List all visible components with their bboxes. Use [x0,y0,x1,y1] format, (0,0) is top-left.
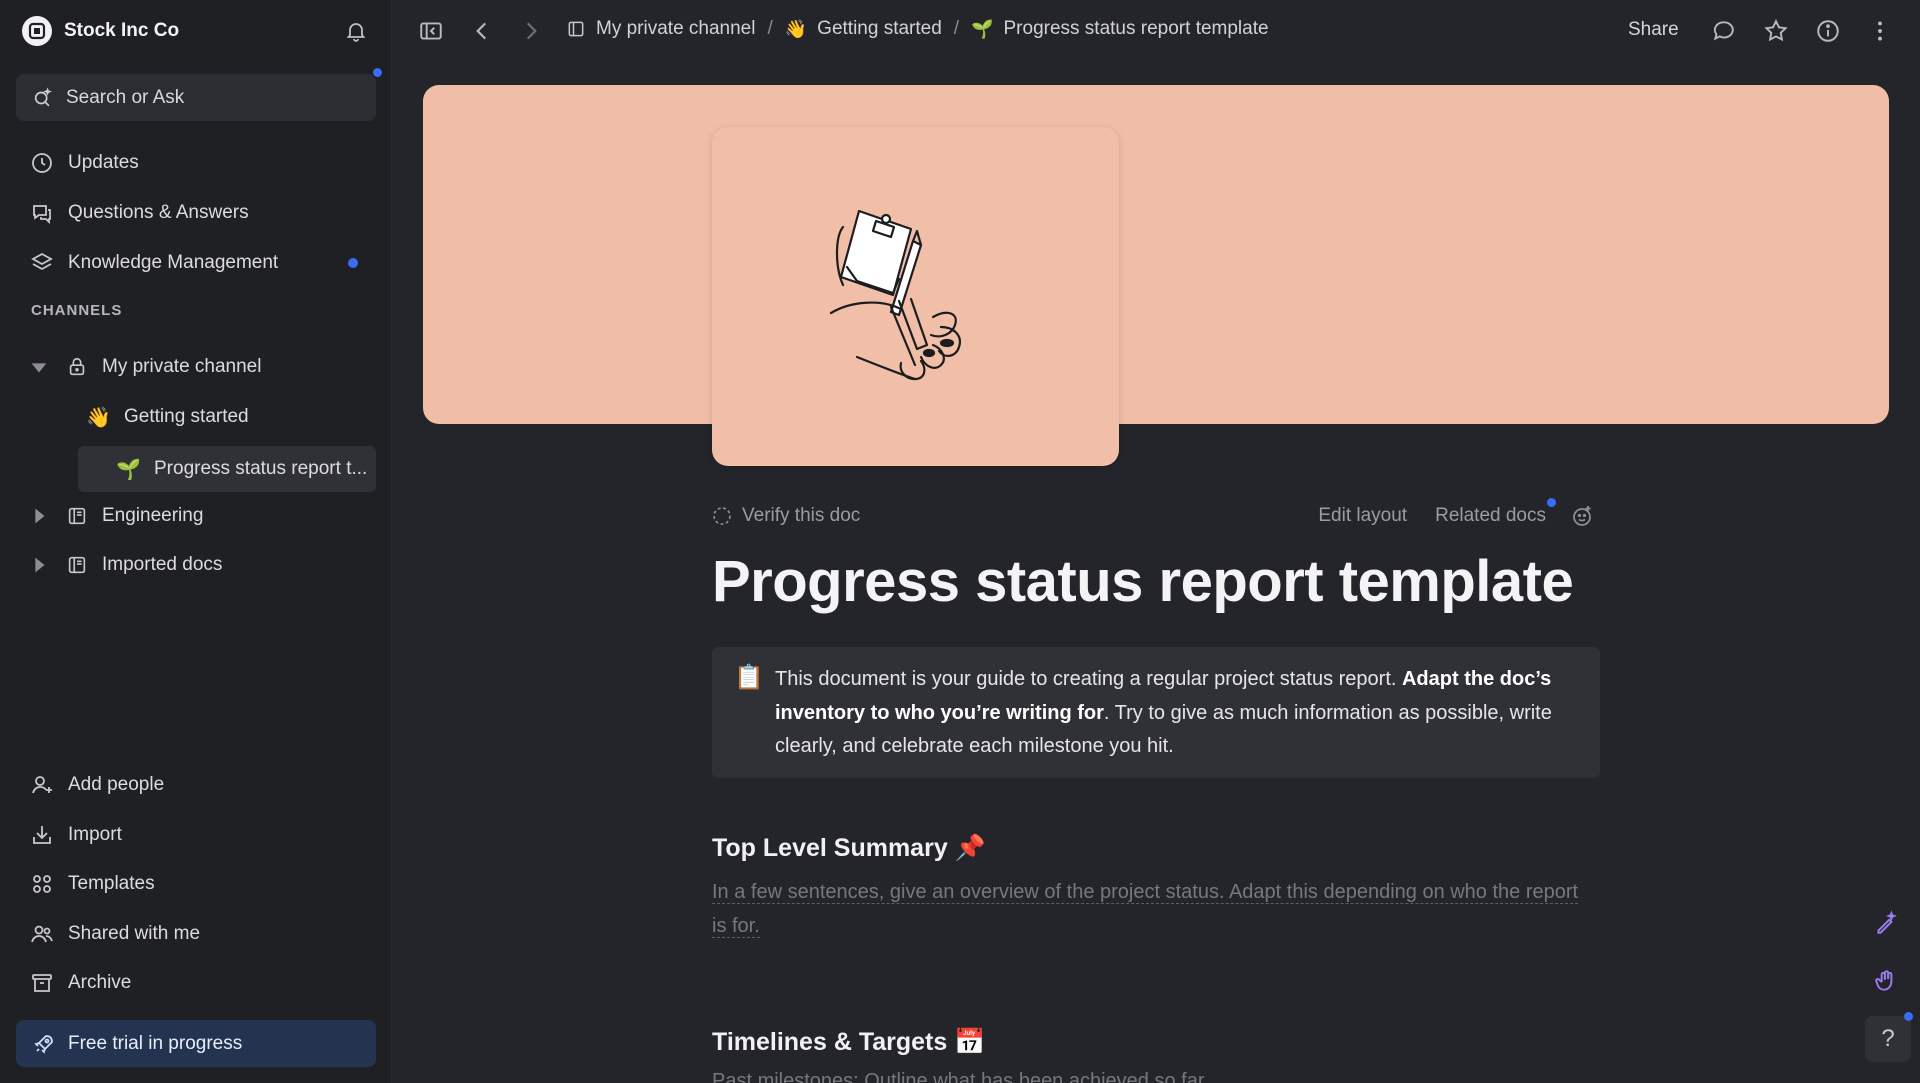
search-input[interactable]: Search or Ask [16,68,382,121]
sidebar: Stock Inc Co Search or Ask Updates Quest… [0,0,392,1083]
notification-dot [1547,498,1556,507]
add-reaction-icon[interactable] [1570,504,1594,528]
share-button[interactable]: Share [1628,19,1679,41]
people-icon [31,925,53,943]
tree-label: My private channel [102,356,262,377]
verify-doc-button[interactable]: Verify this doc [742,505,860,527]
doc-progress-status-report[interactable]: 🌱 Progress status report t... [78,446,376,492]
callout-text-part1: This document is your guide to creating … [775,668,1402,690]
archive-icon [32,974,52,992]
import-icon [33,826,51,844]
book-icon [68,556,86,574]
related-docs-button[interactable]: Related docs [1435,505,1546,527]
nav-templates[interactable]: Templates [30,866,370,902]
summary-placeholder[interactable]: In a few sentences, give an overview of … [712,876,1592,943]
doc-actions: Edit layout Related docs [1290,498,1594,530]
book-icon [568,21,584,37]
channel-my-private-channel[interactable]: My private channel [28,347,261,387]
book-icon [68,507,86,525]
collapse-sidebar-icon[interactable] [418,18,444,44]
timelines-placeholder[interactable]: Past milestones: Outline what has been a… [712,1070,1209,1083]
breadcrumb-current[interactable]: Progress status report template [1004,18,1269,40]
trial-label: Free trial in progress [68,1032,243,1054]
doc-icon-illustration[interactable] [712,127,1119,466]
bell-icon[interactable] [344,19,368,43]
waving-hand-icon: 👋 [86,406,111,429]
question-mark-icon: ? [1881,1025,1895,1052]
placeholder-text: In a few sentences, give an overview of … [712,881,1579,938]
more-vertical-icon[interactable] [1867,18,1893,44]
breadcrumb-parent[interactable]: Getting started [817,18,942,40]
back-arrow-icon[interactable] [469,18,495,44]
nav-add-people[interactable]: Add people [30,767,370,803]
free-trial-button[interactable]: Free trial in progress [16,1020,376,1067]
info-icon[interactable] [1815,18,1841,44]
doc-getting-started[interactable]: 👋 Getting started [86,397,249,437]
caret-right-icon[interactable] [28,554,50,576]
comment-icon[interactable] [1711,18,1737,44]
verify-dashed-circle-icon [713,507,731,525]
edit-layout-button[interactable]: Edit layout [1318,505,1407,527]
chat-bubbles-icon [33,205,51,225]
channel-imported-docs[interactable]: Imported docs [28,545,222,585]
layers-icon [31,252,53,271]
seedling-icon: 🌱 [116,458,141,481]
nav-updates[interactable]: Updates [30,145,370,181]
nav-questions-answers[interactable]: Questions & Answers [30,195,370,231]
rocket-icon [34,1034,53,1054]
notification-dot [373,68,382,77]
workspace-logo-icon [22,16,52,46]
hand-wave-icon[interactable] [1873,968,1899,994]
nav-import[interactable]: Import [30,817,370,853]
clipboard-icon: 📋 [734,664,764,691]
tree-label: Progress status report t... [154,458,368,479]
workspace-switcher[interactable]: Stock Inc Co [22,14,368,48]
help-button[interactable]: ? [1865,1012,1913,1062]
section-heading-timelines[interactable]: Timelines & Targets 📅 [712,1028,985,1057]
intro-callout[interactable]: 📋 This document is your guide to creatin… [712,647,1600,778]
clock-icon [32,153,52,173]
nav-label: Shared with me [68,923,201,944]
nav-label: Import [68,824,122,845]
notification-dot [348,258,358,268]
top-bar: My private channel / 👋 Getting started /… [392,0,1920,62]
tree-label: Engineering [102,505,204,526]
tree-label: Getting started [124,406,249,427]
channel-engineering[interactable]: Engineering [28,496,203,536]
nav-label: Updates [68,152,139,173]
doc-meta-bar: Verify this doc Edit layout Related docs [712,498,1594,530]
caret-down-icon[interactable] [28,356,50,378]
ai-edit-icon[interactable] [1873,910,1899,936]
breadcrumb: My private channel / 👋 Getting started /… [566,18,1269,40]
templates-icon [33,875,51,893]
clipboard-hand-illustration [829,209,961,380]
nav-label: Questions & Answers [68,202,249,223]
forward-arrow-icon[interactable] [518,18,544,44]
notification-dot [1904,1012,1913,1021]
lock-icon [69,357,85,376]
nav-archive[interactable]: Archive [30,965,370,1001]
doc-title[interactable]: Progress status report template [712,548,1574,615]
nav-label: Knowledge Management [68,252,279,273]
nav-label: Templates [68,873,155,894]
breadcrumb-separator: / [953,18,960,39]
section-heading-summary[interactable]: Top Level Summary 📌 [712,834,986,863]
channels-header: CHANNELS [31,302,123,319]
breadcrumb-channel[interactable]: My private channel [596,18,755,40]
nav-label: Archive [68,972,132,993]
breadcrumb-separator: / [767,18,773,39]
cover-image[interactable] [423,85,1889,424]
tree-label: Imported docs [102,554,223,575]
search-placeholder: Search or Ask [66,86,185,108]
nav-knowledge-management[interactable]: Knowledge Management [30,245,370,281]
star-icon[interactable] [1763,18,1789,44]
caret-right-icon[interactable] [28,505,50,527]
nav-shared-with-me[interactable]: Shared with me [30,916,370,952]
nav-label: Add people [68,774,165,795]
workspace-name: Stock Inc Co [64,20,180,41]
search-icon [34,86,53,106]
waving-hand-icon: 👋 [784,18,808,39]
seedling-icon: 🌱 [971,18,994,39]
add-person-icon [32,776,52,794]
